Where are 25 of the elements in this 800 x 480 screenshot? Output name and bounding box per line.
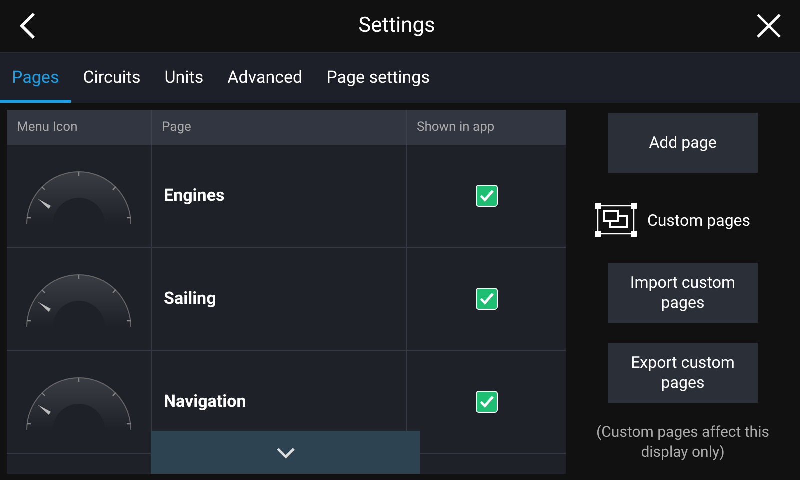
export-custom-pages-button[interactable]: Export custom pages xyxy=(608,343,758,403)
check-icon xyxy=(478,395,494,409)
page-name: Navigation xyxy=(164,392,246,412)
column-header: Page xyxy=(152,110,407,145)
checkbox[interactable] xyxy=(476,391,498,413)
custom-pages-label: Custom pages xyxy=(647,210,751,230)
window-title: Settings xyxy=(358,14,436,38)
tab[interactable]: Advanced xyxy=(216,53,315,103)
tab[interactable]: Page settings xyxy=(314,53,442,103)
custom-pages-icon xyxy=(595,203,638,237)
page-name: Sailing xyxy=(164,289,216,309)
import-custom-pages-button[interactable]: Import custom pages xyxy=(608,263,758,323)
check-icon xyxy=(478,292,494,306)
add-page-button[interactable]: Add page xyxy=(608,113,758,173)
check-icon xyxy=(478,189,494,203)
custom-pages-note: (Custom pages affect this display only) xyxy=(596,422,770,462)
page-name: Engines xyxy=(164,186,225,206)
tab[interactable]: Circuits xyxy=(71,53,153,103)
column-header: Menu Icon xyxy=(7,110,152,145)
chevron-down-icon xyxy=(276,446,296,458)
tab[interactable]: Pages xyxy=(0,53,72,103)
checkbox[interactable] xyxy=(476,288,498,310)
checkbox[interactable] xyxy=(476,185,498,207)
column-header: Shown in app xyxy=(416,119,496,137)
tab[interactable]: Units xyxy=(152,53,216,103)
